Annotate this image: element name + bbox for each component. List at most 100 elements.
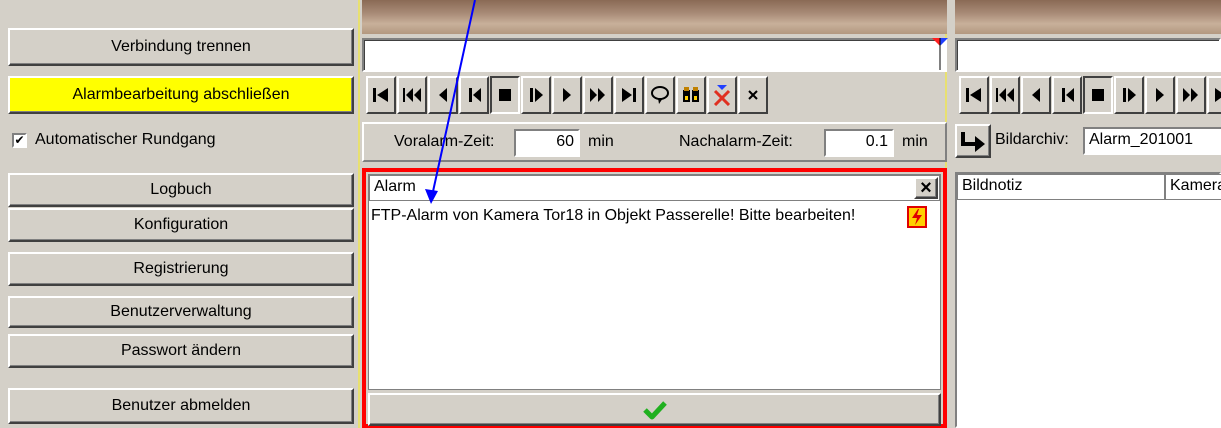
stop-button[interactable] xyxy=(490,76,520,114)
auto-tour-checkbox-row[interactable]: ✔ Automatischer Rundgang xyxy=(12,131,216,149)
image-note-column-header[interactable]: Bildnotiz xyxy=(957,174,1165,200)
user-management-button[interactable]: Benutzerverwaltung xyxy=(8,296,354,328)
binoculars-icon xyxy=(683,87,699,102)
alarm-header-label: Alarm xyxy=(374,178,416,195)
alarm-time-bar: Voralarm-Zeit: 60 min Nachalarm-Zeit: 0.… xyxy=(362,122,947,162)
step-forward-icon xyxy=(530,88,543,102)
alarm-list: Alarm × FTP-Alarm von Kamera Tor18 in Ob… xyxy=(368,174,941,390)
post-alarm-input[interactable]: 0.1 xyxy=(824,129,894,157)
alarm-column-header[interactable]: Alarm xyxy=(369,175,940,201)
registration-label: Registrierung xyxy=(133,260,229,277)
skip-end-button[interactable] xyxy=(1207,76,1221,114)
camera-column-header[interactable]: Kamera xyxy=(1165,174,1221,200)
fast-rewind-icon xyxy=(996,88,1014,102)
timeline-marker-icon xyxy=(932,38,948,70)
play-button[interactable] xyxy=(552,76,582,114)
logbook-label: Logbuch xyxy=(150,181,212,198)
fast-rewind-icon xyxy=(403,88,421,102)
change-password-label: Passwort ändern xyxy=(120,342,242,359)
timeline-left[interactable] xyxy=(362,38,948,72)
archive-label: Bildarchiv: xyxy=(995,131,1069,148)
post-alarm-label: Nachalarm-Zeit: xyxy=(679,133,793,150)
loop-button[interactable] xyxy=(645,76,675,114)
registration-button[interactable]: Registrierung xyxy=(8,252,354,286)
play-back-icon xyxy=(1032,88,1040,102)
timeline-right[interactable] xyxy=(955,38,1221,72)
auto-tour-checkbox[interactable]: ✔ xyxy=(12,132,27,148)
alarm-panel: Alarm × FTP-Alarm von Kamera Tor18 in Ob… xyxy=(362,168,947,428)
disconnect-button[interactable]: Verbindung trennen xyxy=(8,28,354,66)
configuration-button[interactable]: Konfiguration xyxy=(8,208,354,242)
step-forward-button[interactable] xyxy=(1114,76,1144,114)
fast-forward-button[interactable] xyxy=(583,76,613,114)
fast-forward-icon xyxy=(1183,88,1198,102)
post-alarm-unit: min xyxy=(902,133,928,150)
stop-icon xyxy=(1092,89,1104,101)
step-forward-icon xyxy=(1123,88,1136,102)
alarm-close-button[interactable]: × xyxy=(914,177,938,199)
playback-toolbar-left xyxy=(362,74,947,116)
step-back-icon xyxy=(469,88,481,102)
archive-value: Alarm_201001 xyxy=(1089,131,1194,148)
play-back-icon xyxy=(439,88,447,102)
play-back-button[interactable] xyxy=(1021,76,1051,114)
disconnect-label: Verbindung trennen xyxy=(111,38,251,55)
camera-header-label: Kamera xyxy=(1170,177,1221,194)
step-back-button[interactable] xyxy=(459,76,489,114)
step-back-button[interactable] xyxy=(1052,76,1082,114)
close-icon xyxy=(748,90,758,100)
playback-toolbar-right xyxy=(955,74,1221,116)
archive-bar: Bildarchiv: Alarm_201001 xyxy=(955,122,1221,162)
archive-input[interactable]: Alarm_201001 xyxy=(1083,127,1221,155)
change-password-button[interactable]: Passwort ändern xyxy=(8,334,354,368)
logbook-button[interactable]: Logbuch xyxy=(8,173,354,207)
video-preview-right xyxy=(955,0,1221,34)
pre-alarm-label: Voralarm-Zeit: xyxy=(394,133,495,150)
lightning-alarm-icon xyxy=(907,206,927,228)
skip-end-icon xyxy=(622,88,636,102)
skip-start-icon xyxy=(966,88,981,102)
play-icon xyxy=(563,88,571,102)
skip-end-icon xyxy=(1215,88,1221,102)
image-note-list: Bildnotiz Kamera xyxy=(955,172,1221,428)
delete-marker-button[interactable] xyxy=(707,76,737,114)
post-alarm-value: 0.1 xyxy=(865,133,888,150)
step-back-icon xyxy=(1062,88,1074,102)
user-management-label: Benutzerverwaltung xyxy=(110,303,252,320)
delete-marker-icon xyxy=(713,85,731,106)
checkmark-icon xyxy=(642,400,667,419)
pre-alarm-unit: min xyxy=(588,133,614,150)
video-preview-left xyxy=(362,0,947,34)
auto-tour-label: Automatischer Rundgang xyxy=(35,131,216,148)
finish-alarm-button[interactable]: Alarmbearbeitung abschließen xyxy=(8,76,354,114)
pre-alarm-input[interactable]: 60 xyxy=(514,129,580,157)
skip-start-button[interactable] xyxy=(959,76,989,114)
finish-alarm-label: Alarmbearbeitung abschließen xyxy=(72,86,290,103)
fast-forward-button[interactable] xyxy=(1176,76,1206,114)
confirm-alarm-button[interactable] xyxy=(368,393,941,426)
configuration-label: Konfiguration xyxy=(133,216,229,233)
image-note-header-label: Bildnotiz xyxy=(962,177,1023,194)
logout-button[interactable]: Benutzer abmelden xyxy=(8,388,354,424)
pre-alarm-value: 60 xyxy=(556,133,574,150)
skip-end-button[interactable] xyxy=(614,76,644,114)
logout-label: Benutzer abmelden xyxy=(111,397,251,414)
play-button[interactable] xyxy=(1145,76,1175,114)
step-forward-button[interactable] xyxy=(521,76,551,114)
fast-rewind-button[interactable] xyxy=(397,76,427,114)
play-icon xyxy=(1156,88,1164,102)
loop-icon xyxy=(651,86,669,104)
skip-start-button[interactable] xyxy=(366,76,396,114)
stop-icon xyxy=(499,89,511,101)
alarm-message[interactable]: FTP-Alarm von Kamera Tor18 in Objekt Pas… xyxy=(371,205,881,226)
skip-start-icon xyxy=(373,88,388,102)
fast-forward-icon xyxy=(590,88,605,102)
return-arrow-icon xyxy=(961,132,985,152)
close-icon: × xyxy=(920,176,932,199)
binoculars-button[interactable] xyxy=(676,76,706,114)
play-back-button[interactable] xyxy=(428,76,458,114)
close-button[interactable] xyxy=(738,76,768,114)
archive-goto-button[interactable] xyxy=(955,124,991,158)
fast-rewind-button[interactable] xyxy=(990,76,1020,114)
stop-button[interactable] xyxy=(1083,76,1113,114)
